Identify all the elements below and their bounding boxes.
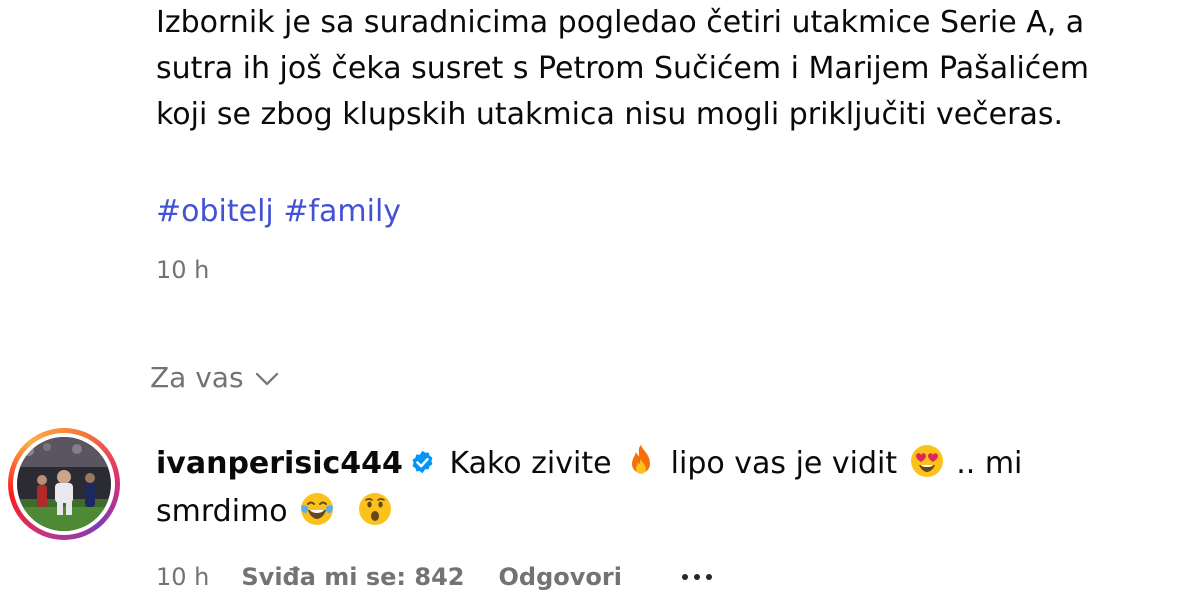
verified-badge-icon (412, 450, 433, 474)
more-dot (681, 574, 688, 580)
comment-text-part-4: smrdimo (156, 494, 288, 529)
more-dot (705, 574, 712, 580)
comment-line-1: ivanperisic444 Kako zivite lipo vas je v… (156, 440, 1186, 488)
post-timestamp: 10 h (156, 256, 210, 284)
comment-text-part-3: .. mi (956, 446, 1023, 481)
comment-username[interactable]: ivanperisic444 (156, 446, 403, 481)
caption-line-3: koji se zbog klupskih utakmica nisu mogl… (156, 97, 1064, 132)
caption-line-2: sutra ih još čeka susret s Petrom Sučiće… (156, 51, 1089, 86)
comment-text-part-1: Kako zivite (449, 446, 612, 481)
more-dot (693, 574, 700, 580)
chevron-down-icon (255, 372, 278, 386)
post-hashtags: #obitelj #family (156, 190, 401, 234)
comment-meta-row: 10 h Sviđa mi se: 842 Odgovori (156, 560, 712, 594)
fire-emoji-icon (632, 445, 651, 474)
comment-line-2: smrdimo (156, 488, 1186, 536)
comments-sort-dropdown[interactable]: Za vas (150, 358, 282, 398)
heart-eyes-emoji-icon (910, 445, 943, 477)
tears-of-joy-emoji-icon (301, 493, 334, 525)
post-caption: Izbornik je sa suradnicima pogledao četi… (156, 0, 1196, 138)
comment-text-part-2: lipo vas je vidit (670, 446, 898, 481)
comments-sort-label: Za vas (150, 361, 244, 394)
more-options-icon[interactable] (681, 560, 712, 594)
caption-line-1: Izbornik je sa suradnicima pogledao četi… (156, 5, 1085, 40)
comment-body: ivanperisic444 Kako zivite lipo vas je v… (156, 440, 1186, 536)
hashtag-family[interactable]: #family (283, 194, 401, 229)
reply-button[interactable]: Odgovori (498, 560, 621, 594)
commenter-avatar[interactable] (8, 428, 120, 540)
avatar-ring-gap (13, 433, 115, 535)
comment-timestamp: 10 h (156, 563, 210, 591)
avatar-photo (17, 437, 111, 531)
hashtag-obitelj[interactable]: #obitelj (156, 194, 274, 229)
surprised-emoji-icon (358, 493, 391, 525)
comment-likes-count[interactable]: Sviđa mi se: 842 (241, 560, 464, 594)
